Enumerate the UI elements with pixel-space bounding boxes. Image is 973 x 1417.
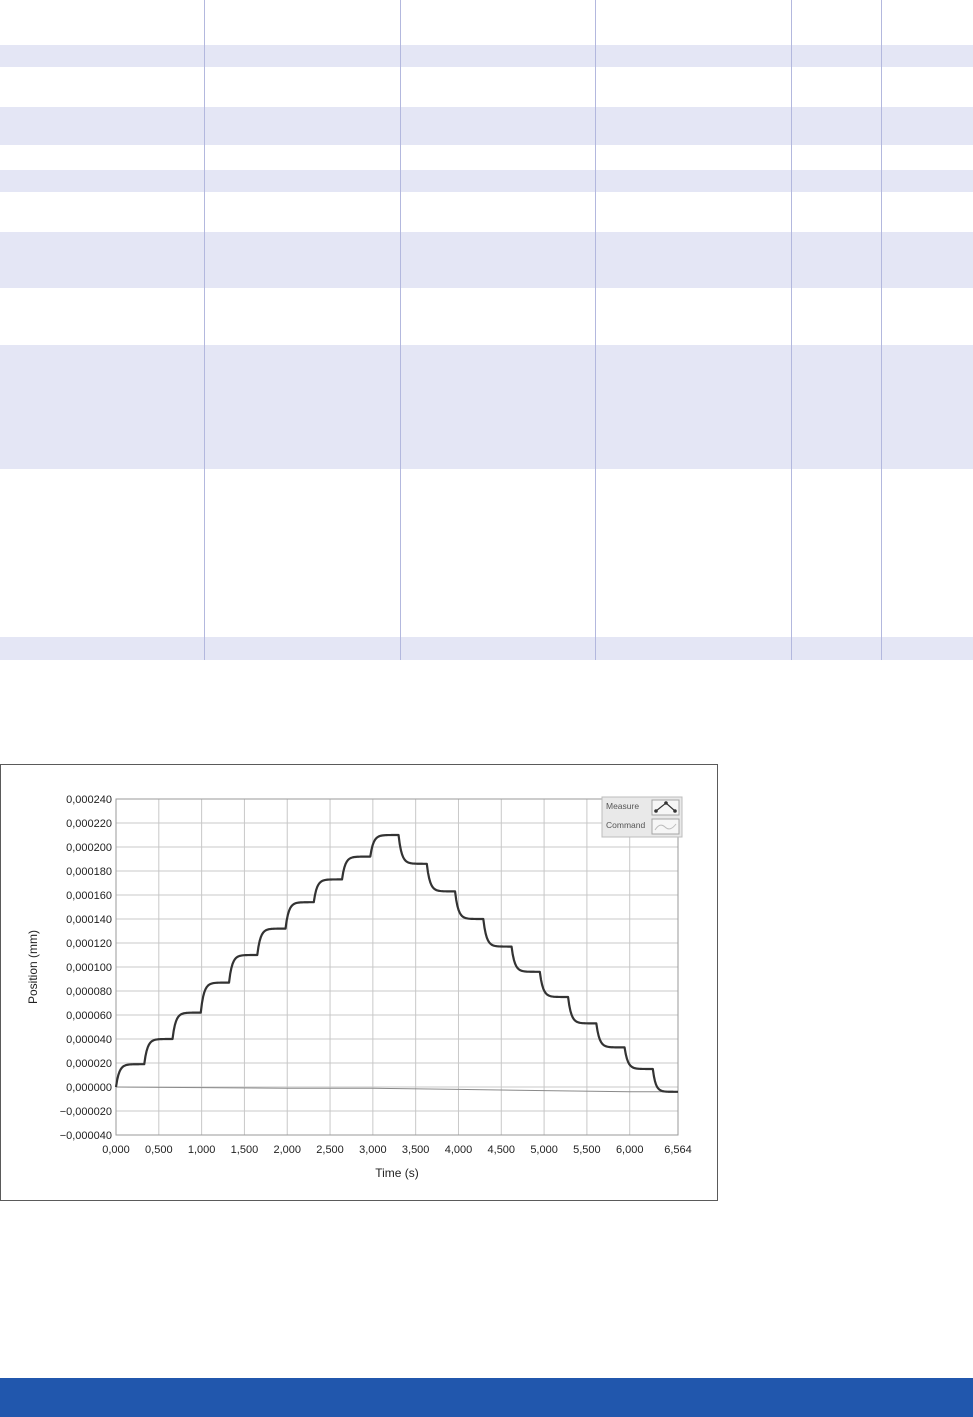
table-row-band — [0, 345, 973, 469]
table-column-divider — [881, 0, 882, 660]
x-tick-label: 4,500 — [488, 1144, 516, 1156]
position-chart: 0,000 0,500 1,000 1,500 2,000 2,500 3,000 3,500… — [0, 764, 718, 1201]
x-tick-label: 0,500 — [145, 1144, 173, 1156]
table-row-band — [0, 45, 973, 67]
x-tick-label: 5,000 — [530, 1144, 558, 1156]
y-tick-label: 0,000140 — [66, 914, 112, 926]
y-tick-label: 0,000240 — [66, 794, 112, 806]
x-tick-label: 0,000 — [102, 1144, 130, 1156]
x-tick-label: 3,500 — [402, 1144, 430, 1156]
table-row-band — [0, 170, 973, 192]
y-axis-label: Position (mm) — [26, 930, 40, 1004]
y-tick-label: 0,000180 — [66, 866, 112, 878]
x-tick-label: 1,500 — [231, 1144, 259, 1156]
table-column-divider — [595, 0, 596, 660]
x-tick-label: 1,000 — [188, 1144, 216, 1156]
table-row-band — [0, 637, 973, 660]
legend-marker — [664, 801, 668, 805]
legend-swatch-command — [651, 818, 680, 835]
y-tick-label: 0,000220 — [66, 818, 112, 830]
y-tick-label: 0,000040 — [66, 1034, 112, 1046]
chart-legend: Measure Command — [601, 796, 683, 838]
y-tick-label: 0,000020 — [66, 1058, 112, 1070]
table-row-band — [0, 107, 973, 145]
y-tick-label: 0,000200 — [66, 842, 112, 854]
y-tick-label: 0,000000 — [66, 1082, 112, 1094]
x-tick-label: 2,500 — [316, 1144, 344, 1156]
legend-marker — [673, 809, 677, 813]
table-row-band — [0, 232, 973, 288]
x-tick-label: 3,000 — [359, 1144, 387, 1156]
grid-lines — [115, 798, 679, 1136]
legend-label-measure: Measure — [606, 801, 639, 811]
x-tick-label: 5,500 — [573, 1144, 601, 1156]
legend-label-command: Command — [606, 820, 645, 830]
y-tick-label: 0,000160 — [66, 890, 112, 902]
chart-canvas: 0,000 0,500 1,000 1,500 2,000 2,500 3,000 3,500… — [26, 794, 692, 1180]
series-line-command — [115, 1086, 678, 1093]
y-tick-label: 0,000080 — [66, 986, 112, 998]
x-tick-label: 4,000 — [445, 1144, 473, 1156]
series-line-measure — [114, 833, 679, 1093]
y-tick-label: −0,000040 — [60, 1130, 112, 1142]
x-tick-label: 2,000 — [273, 1144, 301, 1156]
y-tick-label: 0,000100 — [66, 962, 112, 974]
y-tick-label: −0,000020 — [60, 1106, 112, 1118]
table-column-divider — [791, 0, 792, 660]
footer-bar — [0, 1378, 973, 1417]
table-column-divider — [400, 0, 401, 660]
x-tick-label: 6,564 — [664, 1144, 692, 1156]
x-axis-label: Time (s) — [375, 1166, 419, 1180]
data-table — [0, 0, 973, 660]
y-tick-label: 0,000120 — [66, 938, 112, 950]
legend-marker — [654, 809, 658, 813]
table-column-divider — [204, 0, 205, 660]
x-tick-label: 6,000 — [616, 1144, 644, 1156]
y-tick-label: 0,000060 — [66, 1010, 112, 1022]
